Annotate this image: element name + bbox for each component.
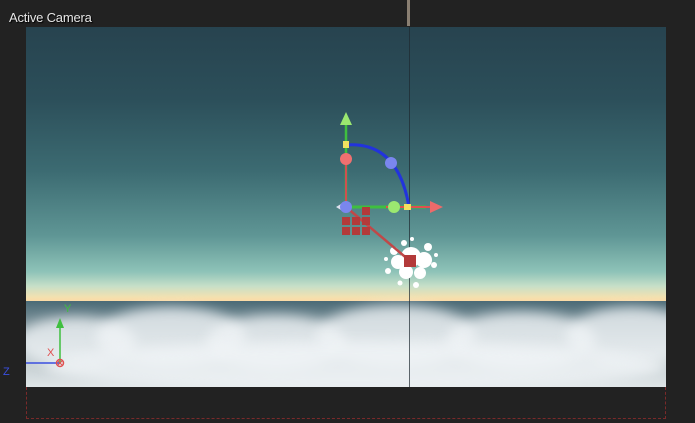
- transform-gizmo-icon[interactable]: [326, 107, 456, 272]
- z-axis-label: Z: [3, 366, 10, 378]
- gizmo-center-handle: [340, 201, 352, 213]
- viewport-bottom-bar: [26, 387, 666, 419]
- z-scale-handle: [404, 255, 416, 267]
- rotate-handle-blue: [385, 157, 397, 169]
- y-axis-label: Y: [64, 303, 72, 315]
- x-axis-label: X: [47, 347, 55, 359]
- x-axis-arrow: [430, 201, 443, 213]
- y-rotate-handle: [340, 153, 352, 165]
- viewport-3d[interactable]: Y X: [26, 27, 666, 387]
- rotate-arc-handle: [345, 143, 411, 208]
- viewport-title: Active Camera: [9, 10, 92, 25]
- cloud-layer: [26, 297, 666, 387]
- axis-orientation-icon: [26, 318, 65, 368]
- x-rotate-handle: [388, 201, 400, 213]
- viewport-splitter[interactable]: [407, 0, 410, 26]
- y-axis-arrow: [340, 112, 352, 125]
